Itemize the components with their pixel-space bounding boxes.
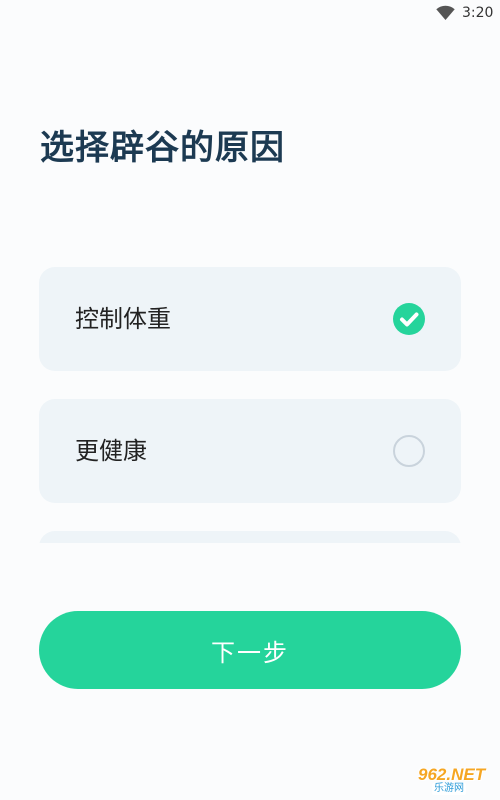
watermark-brand: 962.NET bbox=[418, 765, 486, 784]
option-label: 控制体重 bbox=[75, 305, 171, 333]
reason-options-list: 控制体重 更健康 bbox=[39, 267, 461, 543]
page-title: 选择辟谷的原因 bbox=[40, 128, 285, 168]
option-healthier[interactable]: 更健康 bbox=[39, 399, 461, 503]
option-control-weight[interactable]: 控制体重 bbox=[39, 267, 461, 371]
check-circle-icon bbox=[393, 303, 425, 335]
wifi-icon bbox=[436, 5, 455, 20]
status-bar: 3:20 bbox=[0, 0, 500, 28]
next-step-label: 下一步 bbox=[211, 638, 289, 667]
radio-empty-icon bbox=[393, 435, 425, 467]
next-step-button[interactable]: 下一步 bbox=[39, 611, 461, 689]
watermark-logo: 962.NET 乐游网 bbox=[418, 766, 498, 798]
option-partial[interactable] bbox=[39, 531, 461, 543]
option-label: 更健康 bbox=[75, 437, 147, 465]
watermark-sub: 乐游网 bbox=[432, 783, 466, 795]
status-time: 3:20 bbox=[462, 5, 494, 21]
